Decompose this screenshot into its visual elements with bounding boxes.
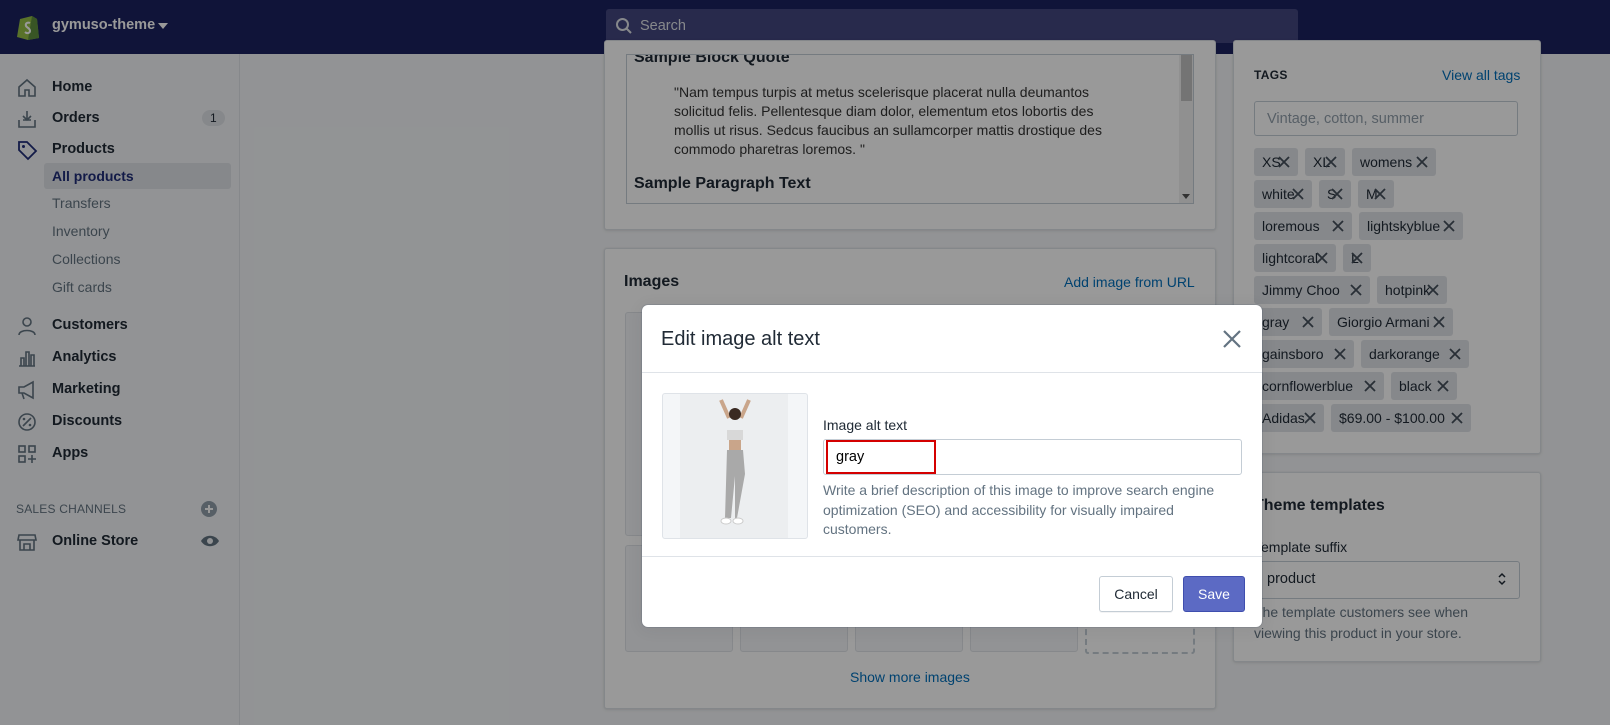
model-photo-icon [680, 394, 788, 538]
modal-header-divider [642, 372, 1262, 373]
product-image-preview [662, 393, 808, 539]
modal-footer-divider [642, 556, 1262, 557]
save-button[interactable]: Save [1183, 576, 1245, 612]
alt-text-help: Write a brief description of this image … [823, 482, 1215, 537]
edit-alt-text-modal: Edit image alt text Image alt text Write… [642, 305, 1262, 627]
modal-title: Edit image alt text [661, 328, 820, 350]
alt-text-input[interactable] [823, 439, 1242, 475]
close-icon[interactable] [1220, 327, 1244, 351]
cancel-button[interactable]: Cancel [1099, 576, 1173, 612]
alt-text-label: Image alt text [823, 417, 908, 433]
